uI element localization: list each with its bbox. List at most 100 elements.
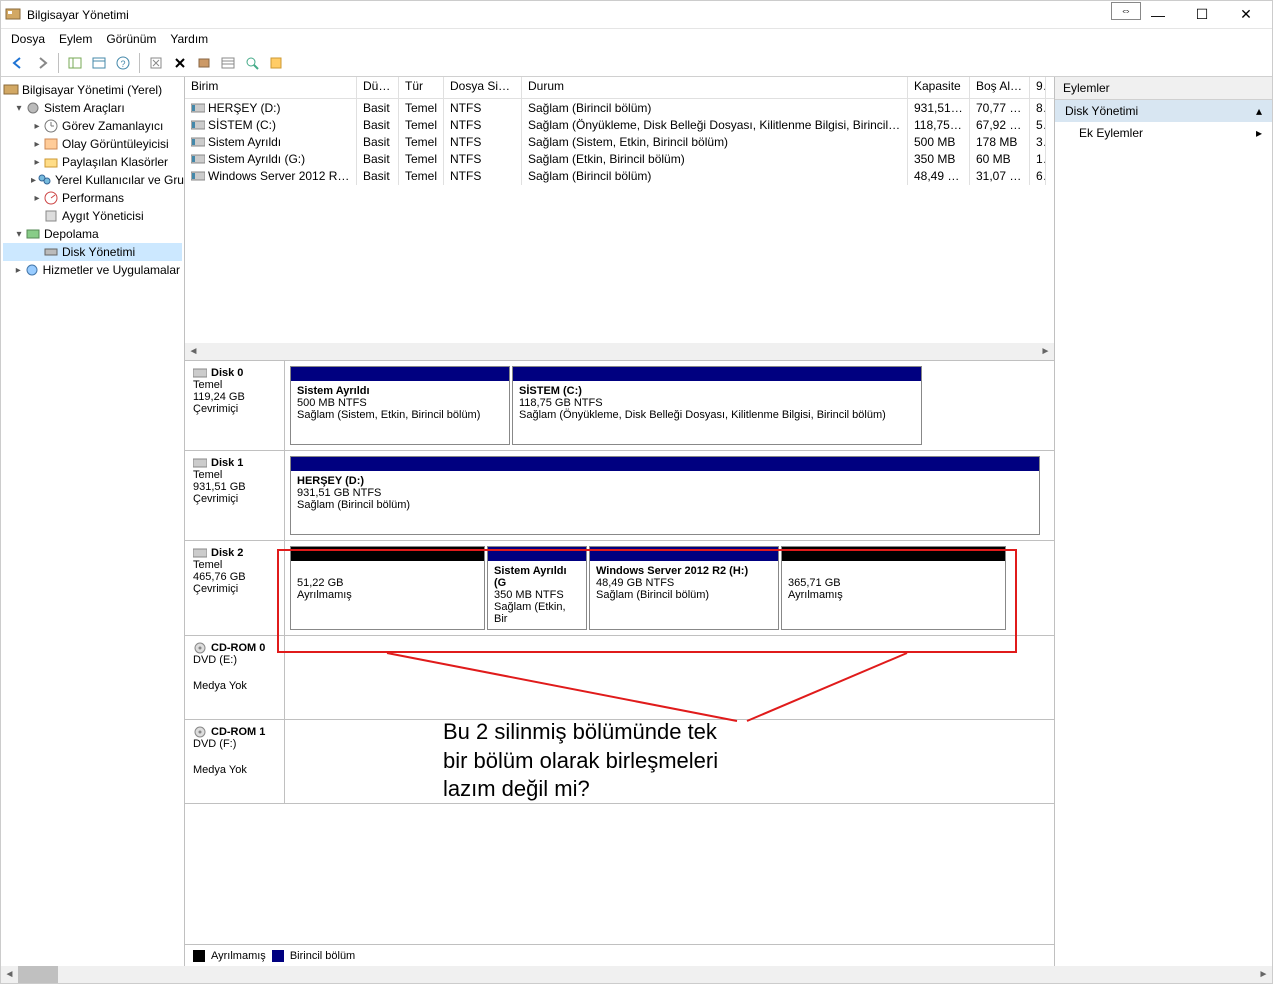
volume-row[interactable]: SİSTEM (C:)BasitTemelNTFSSağlam (Önyükle… — [185, 116, 1054, 133]
show-hide-button[interactable] — [64, 52, 86, 74]
properties-button[interactable] — [88, 52, 110, 74]
window-title: Bilgisayar Yönetimi — [27, 8, 1136, 22]
minimize-button[interactable]: — — [1136, 1, 1180, 29]
restore-down-extra-icon[interactable]: ⇔ — [1111, 2, 1141, 20]
tree-label: Olay Görüntüleyicisi — [62, 137, 169, 151]
actions-more[interactable]: Ek Eylemler▸ — [1055, 122, 1272, 144]
disk-label: Disk 2Temel465,76 GBÇevrimiçi — [185, 541, 285, 635]
col-ext[interactable]: 9 — [1030, 77, 1046, 98]
tree-label: Görev Zamanlayıcı — [62, 119, 163, 133]
partition-primary[interactable]: HERŞEY (D:)931,51 GB NTFSSağlam (Birinci… — [290, 456, 1040, 535]
tree-tools[interactable]: ▾Sistem Araçları — [3, 99, 182, 117]
col-tur[interactable]: Tür — [399, 77, 444, 98]
close-button[interactable]: ✕ — [1224, 1, 1268, 29]
disk-label: Disk 1Temel931,51 GBÇevrimiçi — [185, 451, 285, 540]
tree-scheduler[interactable]: ▸Görev Zamanlayıcı — [3, 117, 182, 135]
tree-label: Disk Yönetimi — [62, 245, 135, 259]
volume-row[interactable]: Windows Server 2012 R2 (H:)BasitTemelNTF… — [185, 167, 1054, 184]
extra-button[interactable] — [265, 52, 287, 74]
menu-action[interactable]: Eylem — [59, 32, 92, 46]
scroll-right-icon[interactable]: ► — [1037, 343, 1054, 360]
legend-unalloc-swatch — [193, 950, 205, 962]
tree-label: Aygıt Yöneticisi — [62, 209, 144, 223]
tree-root[interactable]: Bilgisayar Yönetimi (Yerel) — [3, 81, 182, 99]
app-icon — [5, 7, 21, 23]
legend-primary-swatch — [272, 950, 284, 962]
partition-unallocated[interactable]: 365,71 GBAyrılmamış — [781, 546, 1006, 630]
titlebar: Bilgisayar Yönetimi ⇔ — ☐ ✕ — [1, 1, 1272, 29]
tree-eventviewer[interactable]: ▸Olay Görüntüleyicisi — [3, 135, 182, 153]
tree-devmgr[interactable]: Aygıt Yöneticisi — [3, 207, 182, 225]
col-duzen[interactable]: Düzen — [357, 77, 399, 98]
detail-button[interactable] — [241, 52, 263, 74]
nav-tree[interactable]: Bilgisayar Yönetimi (Yerel) ▾Sistem Araç… — [1, 77, 185, 966]
chevron-right-icon: ▸ — [1256, 126, 1262, 140]
app-window: Bilgisayar Yönetimi ⇔ — ☐ ✕ Dosya Eylem … — [0, 0, 1273, 984]
legend: Ayrılmamış Birincil bölüm — [185, 944, 1054, 966]
refresh-button[interactable] — [145, 52, 167, 74]
maximize-button[interactable]: ☐ — [1180, 1, 1224, 29]
actions-header: Eylemler — [1055, 77, 1272, 100]
col-durum[interactable]: Durum — [522, 77, 908, 98]
tree-label: Hizmetler ve Uygulamalar — [43, 263, 180, 277]
disk-partitions: Sistem Ayrıldı500 MB NTFSSağlam (Sistem,… — [285, 361, 1054, 450]
chevron-up-icon: ▴ — [1256, 104, 1262, 118]
tree-label: Performans — [62, 191, 124, 205]
tree-label: Sistem Araçları — [44, 101, 125, 115]
volume-hscrollbar[interactable]: ◄ ► — [185, 343, 1054, 360]
col-dosya[interactable]: Dosya Sistemi — [444, 77, 522, 98]
back-button[interactable] — [7, 52, 29, 74]
menu-file[interactable]: Dosya — [11, 32, 45, 46]
col-kap[interactable]: Kapasite — [908, 77, 970, 98]
scroll-left-icon[interactable]: ◄ — [185, 343, 202, 360]
volume-list-header[interactable]: Birim Düzen Tür Dosya Sistemi Durum Kapa… — [185, 77, 1054, 99]
tree-services[interactable]: ▸Hizmetler ve Uygulamalar — [3, 261, 182, 279]
partition-primary[interactable]: Windows Server 2012 R2 (H:)48,49 GB NTFS… — [589, 546, 779, 630]
tree-storage[interactable]: ▾Depolama — [3, 225, 182, 243]
delete-button[interactable] — [169, 52, 191, 74]
svg-text:?: ? — [120, 59, 125, 69]
disk-partitions: HERŞEY (D:)931,51 GB NTFSSağlam (Birinci… — [285, 451, 1054, 540]
disk-graphical-view[interactable]: Disk 0Temel119,24 GBÇevrimiçiSistem Ayrı… — [185, 361, 1054, 944]
partition-primary[interactable]: SİSTEM (C:)118,75 GB NTFSSağlam (Önyükle… — [512, 366, 922, 445]
tree-label: Yerel Kullanıcılar ve Gru — [55, 173, 184, 187]
help-button[interactable]: ? — [112, 52, 134, 74]
center-pane: Birim Düzen Tür Dosya Sistemi Durum Kapa… — [185, 77, 1055, 966]
tree-perf[interactable]: ▸Performans — [3, 189, 182, 207]
toolbar: ? — [1, 49, 1272, 77]
tree-shared[interactable]: ▸Paylaşılan Klasörler — [3, 153, 182, 171]
actions-pane: Eylemler Disk Yönetimi▴ Ek Eylemler▸ — [1055, 77, 1272, 966]
tree-label: Paylaşılan Klasörler — [62, 155, 168, 169]
menu-help[interactable]: Yardım — [170, 32, 208, 46]
volume-row[interactable]: HERŞEY (D:)BasitTemelNTFSSağlam (Birinci… — [185, 99, 1054, 116]
tree-users[interactable]: ▸Yerel Kullanıcılar ve Gru — [3, 171, 182, 189]
legend-primary-label: Birincil bölüm — [290, 950, 355, 962]
volume-row[interactable]: Sistem Ayrıldı (G:)BasitTemelNTFSSağlam … — [185, 150, 1054, 167]
scroll-left-icon[interactable]: ◄ — [1, 966, 18, 983]
tree-diskmgmt[interactable]: Disk Yönetimi — [3, 243, 182, 261]
disk-row[interactable]: CD-ROM 0DVD (E:)Medya Yok — [185, 636, 1054, 720]
disk-row[interactable]: Disk 0Temel119,24 GBÇevrimiçiSistem Ayrı… — [185, 361, 1054, 451]
scroll-thumb[interactable] — [18, 966, 58, 983]
volume-list: Birim Düzen Tür Dosya Sistemi Durum Kapa… — [185, 77, 1054, 361]
partition-primary[interactable]: Sistem Ayrıldı (G350 MB NTFSSağlam (Etki… — [487, 546, 587, 630]
disk-partitions: 51,22 GBAyrılmamışSistem Ayrıldı (G350 M… — [285, 541, 1054, 635]
disk-row[interactable]: Disk 2Temel465,76 GBÇevrimiçi 51,22 GBAy… — [185, 541, 1054, 636]
annotation-text: Bu 2 silinmiş bölümünde tek bir bölüm ol… — [443, 718, 718, 804]
volume-row[interactable]: Sistem AyrıldıBasitTemelNTFSSağlam (Sist… — [185, 133, 1054, 150]
disk-label: Disk 0Temel119,24 GBÇevrimiçi — [185, 361, 285, 450]
partition-unallocated[interactable]: 51,22 GBAyrılmamış — [290, 546, 485, 630]
col-bos[interactable]: Boş Alan — [970, 77, 1030, 98]
tree-label: Depolama — [44, 227, 99, 241]
window-hscrollbar[interactable]: ◄ ► — [1, 966, 1272, 983]
col-birim[interactable]: Birim — [185, 77, 357, 98]
settings-button[interactable] — [193, 52, 215, 74]
forward-button[interactable] — [31, 52, 53, 74]
disk-label: CD-ROM 0DVD (E:)Medya Yok — [185, 636, 285, 719]
disk-row[interactable]: Disk 1Temel931,51 GBÇevrimiçiHERŞEY (D:)… — [185, 451, 1054, 541]
actions-diskmgmt[interactable]: Disk Yönetimi▴ — [1055, 100, 1272, 122]
list-button[interactable] — [217, 52, 239, 74]
menu-view[interactable]: Görünüm — [106, 32, 156, 46]
partition-primary[interactable]: Sistem Ayrıldı500 MB NTFSSağlam (Sistem,… — [290, 366, 510, 445]
scroll-right-icon[interactable]: ► — [1255, 966, 1272, 983]
